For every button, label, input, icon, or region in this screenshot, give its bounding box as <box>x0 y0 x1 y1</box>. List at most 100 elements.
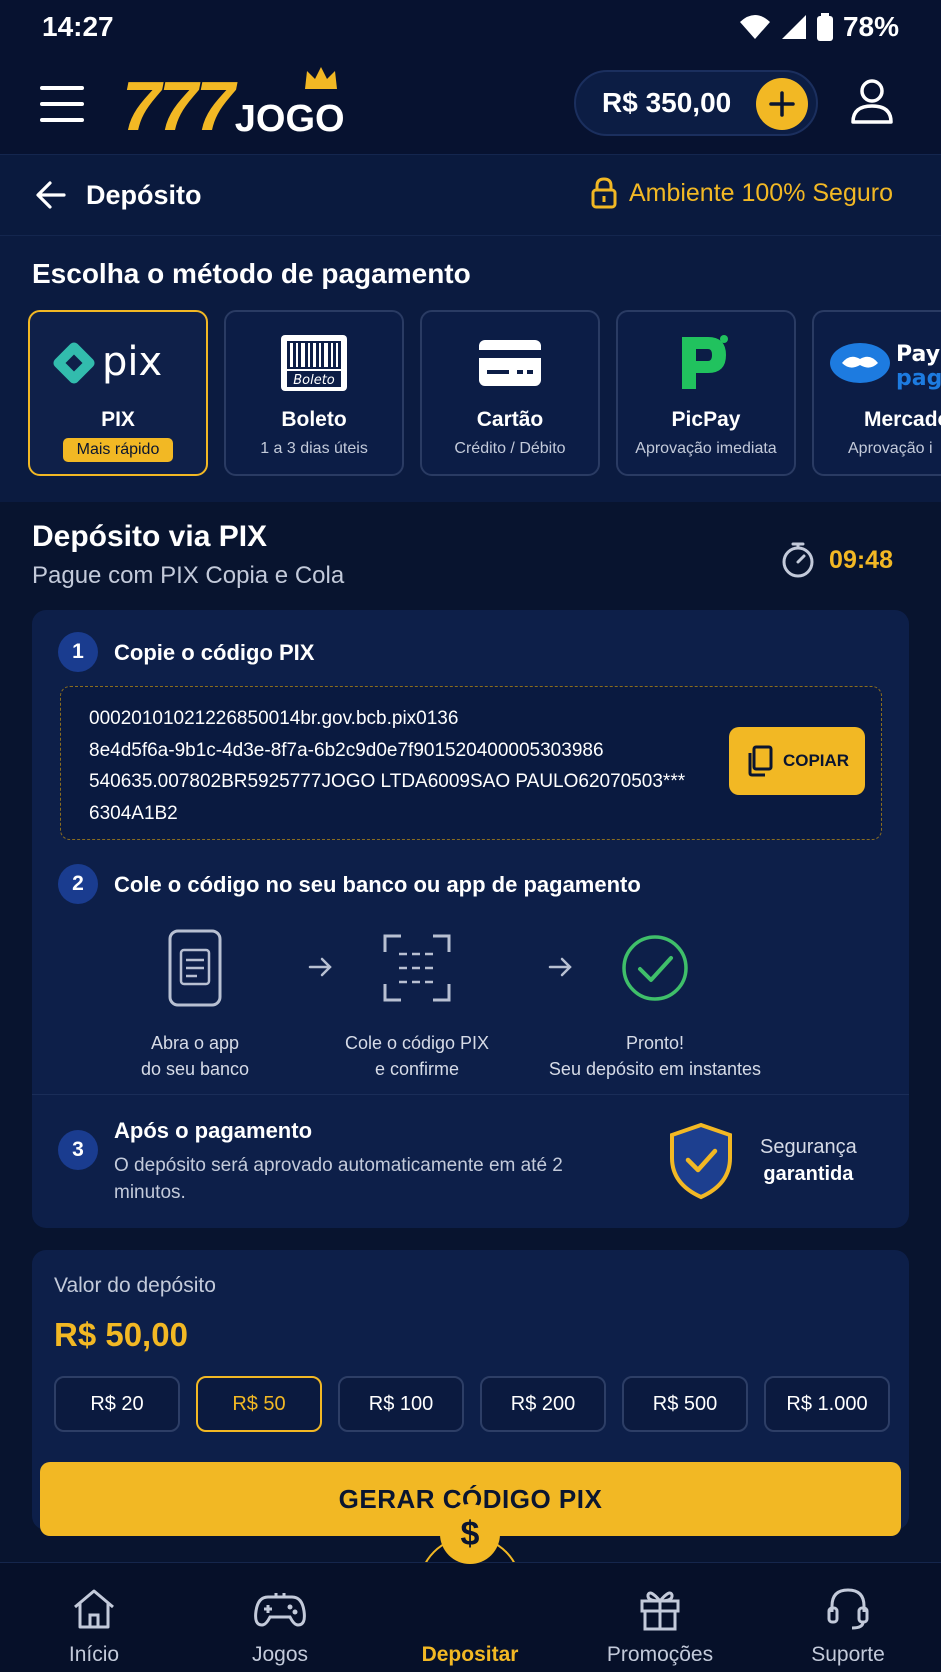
guarantee-line2: garantida <box>763 1163 854 1185</box>
method-name: Cartão <box>476 408 544 431</box>
amount-chip-20[interactable]: R$ 20 <box>54 1376 180 1432</box>
status-time: 14:27 <box>42 11 114 42</box>
nav-item-support[interactable]: Suporte <box>768 1583 928 1667</box>
credit-card-icon <box>477 320 543 406</box>
arrow-right-icon <box>308 957 332 977</box>
method-name: Boleto <box>281 408 347 431</box>
amount-chip-50[interactable]: R$ 50 <box>196 1376 322 1432</box>
scan-code-icon <box>332 926 502 1010</box>
deposit-value: R$ 50,00 <box>54 1316 188 1353</box>
gamepad-icon <box>200 1583 360 1635</box>
brand-logo[interactable]: 777 JOGO <box>122 67 345 145</box>
amount-chip-500[interactable]: R$ 500 <box>622 1376 748 1432</box>
step-3-title: Após o pagamento <box>114 1118 313 1143</box>
amount-chips: R$ 20 R$ 50 R$ 100 R$ 200 R$ 500 R$ 1.00… <box>54 1376 890 1432</box>
security-guarantee: Segurança garantida <box>668 1122 857 1200</box>
copy-icon <box>748 745 773 777</box>
copy-code-button[interactable]: COPIAR <box>729 727 865 795</box>
pix-deposit-header: Depósito via PIX Pague com PIX Copia e C… <box>32 520 344 590</box>
amount-chip-100[interactable]: R$ 100 <box>338 1376 464 1432</box>
amount-chip-200[interactable]: R$ 200 <box>480 1376 606 1432</box>
balance-amount: R$ 350,00 <box>602 87 732 118</box>
payment-methods-section: Escolha o método de pagamento pix PIX Ma… <box>0 236 941 502</box>
guarantee-text: Segurança garantida <box>760 1134 857 1188</box>
balance-pill[interactable]: R$ 350,00 <box>574 70 818 136</box>
logo-number: 777 <box>122 67 235 145</box>
step-1-title: Copie o código PIX <box>114 640 315 665</box>
pix-code-line: 6304A1B2 <box>89 802 178 824</box>
amount-chip-1000[interactable]: R$ 1.000 <box>764 1376 890 1432</box>
nav-label: Promoções <box>606 1643 714 1666</box>
flow-line2: do seu banco <box>140 1059 250 1079</box>
method-mercado-pago[interactable]: Pay pag Mercado Aprovação i <box>812 310 941 476</box>
guarantee-line1: Segurança <box>760 1136 857 1158</box>
flow-line2: Seu depósito em instantes <box>548 1059 762 1079</box>
mercado-pago-logo-icon: Pay pag <box>830 320 941 406</box>
pix-subtitle: Pague com PIX Copia e Cola <box>32 562 345 589</box>
plus-icon <box>769 91 795 117</box>
nav-item-home[interactable]: Início <box>14 1583 174 1667</box>
pix-code[interactable]: 00020101021226850014br.gov.bcb.pix0136 8… <box>89 703 689 829</box>
stopwatch-icon <box>782 542 814 578</box>
hamburger-menu-icon[interactable] <box>40 86 84 122</box>
flow-done: Pronto! Seu depósito em instantes <box>540 926 770 1082</box>
flow-paste-code: Cole o código PIX e confirme <box>332 926 502 1082</box>
method-name: PicPay <box>671 408 741 431</box>
top-header: 777 JOGO R$ 350,00 <box>0 54 941 154</box>
nav-label: Jogos <box>251 1643 309 1666</box>
bottom-nav: Início Jogos Depositar Promoções Suporte <box>0 1562 941 1672</box>
check-circle-icon <box>540 926 770 1010</box>
pix-logo-text: pix <box>102 339 162 385</box>
back-arrow-icon[interactable] <box>36 181 66 209</box>
pix-code-line: 540635.007802BR5925777JOGO LTDA6009SAO P… <box>89 771 686 792</box>
pix-code-box[interactable]: 00020101021226850014br.gov.bcb.pix0136 8… <box>60 686 882 840</box>
sub-header: Depósito Ambiente 100% Seguro <box>0 154 941 236</box>
method-name: PIX <box>101 408 135 431</box>
logo-text: JOGO <box>234 98 345 140</box>
method-sub: Aprovação imediata <box>635 440 777 457</box>
step-2-badge: 2 <box>58 864 98 904</box>
pix-title: Depósito via PIX <box>32 520 268 553</box>
nav-label: Depositar <box>421 1643 519 1666</box>
method-sub: Crédito / Débito <box>454 440 566 457</box>
home-icon <box>14 1583 174 1635</box>
user-profile-icon[interactable] <box>850 78 894 124</box>
page-title: Depósito <box>86 179 202 210</box>
signal-icon <box>781 15 806 39</box>
shield-check-icon <box>670 1122 732 1200</box>
boleto-logo-text: Boleto <box>293 373 335 388</box>
gift-icon <box>580 1583 740 1635</box>
flow-line1: Abra o app <box>150 1033 240 1053</box>
nav-deposit-spacer <box>390 1583 550 1635</box>
nav-item-promotions[interactable]: Promoções <box>580 1583 740 1667</box>
nav-item-deposit[interactable]: Depositar <box>390 1583 550 1667</box>
method-badge: Mais rápido <box>62 438 174 462</box>
mercado-logo-text-1: Pay <box>896 342 940 367</box>
methods-list: pix PIX Mais rápido Boleto Boleto 1 a 3 … <box>28 310 941 476</box>
method-boleto[interactable]: Boleto Boleto 1 a 3 dias úteis <box>224 310 404 476</box>
step-3-text: O depósito será aprovado automaticamente… <box>114 1155 563 1203</box>
pix-logo-icon: pix <box>48 320 188 406</box>
flow-line1: Pronto! <box>625 1033 685 1053</box>
method-card[interactable]: Cartão Crédito / Débito <box>420 310 600 476</box>
pix-code-line: 8e4d5f6a-9b1c-4d3e-8f7a-6b2c9d0e7f901520… <box>89 739 604 761</box>
pix-code-line: 00020101021226850014br.gov.bcb.pix0136 <box>89 708 459 729</box>
phone-app-icon <box>110 926 280 1010</box>
barcode-icon: Boleto <box>281 320 347 406</box>
status-bar: 14:27 78% <box>0 0 941 54</box>
flow-line1: Cole o código PIX <box>344 1033 490 1053</box>
wifi-icon <box>739 15 770 39</box>
secure-environment: Ambiente 100% Seguro <box>591 177 893 209</box>
timer-value: 09:48 <box>829 545 893 574</box>
copy-label: COPIAR <box>782 751 850 770</box>
add-funds-button[interactable] <box>756 78 808 130</box>
flow-line2: e confirme <box>374 1059 460 1079</box>
battery-level: 78% <box>842 11 899 42</box>
nav-item-games[interactable]: Jogos <box>200 1583 360 1667</box>
method-pix[interactable]: pix PIX Mais rápido <box>28 310 208 476</box>
method-picpay[interactable]: PicPay Aprovação imediata <box>616 310 796 476</box>
method-name: Mercado <box>864 408 941 431</box>
dollar-icon[interactable]: $ <box>440 1504 500 1564</box>
pix-steps-card: 1 Copie o código PIX 0002010102122685001… <box>32 610 909 1228</box>
pix-timer: 09:48 <box>781 542 893 578</box>
